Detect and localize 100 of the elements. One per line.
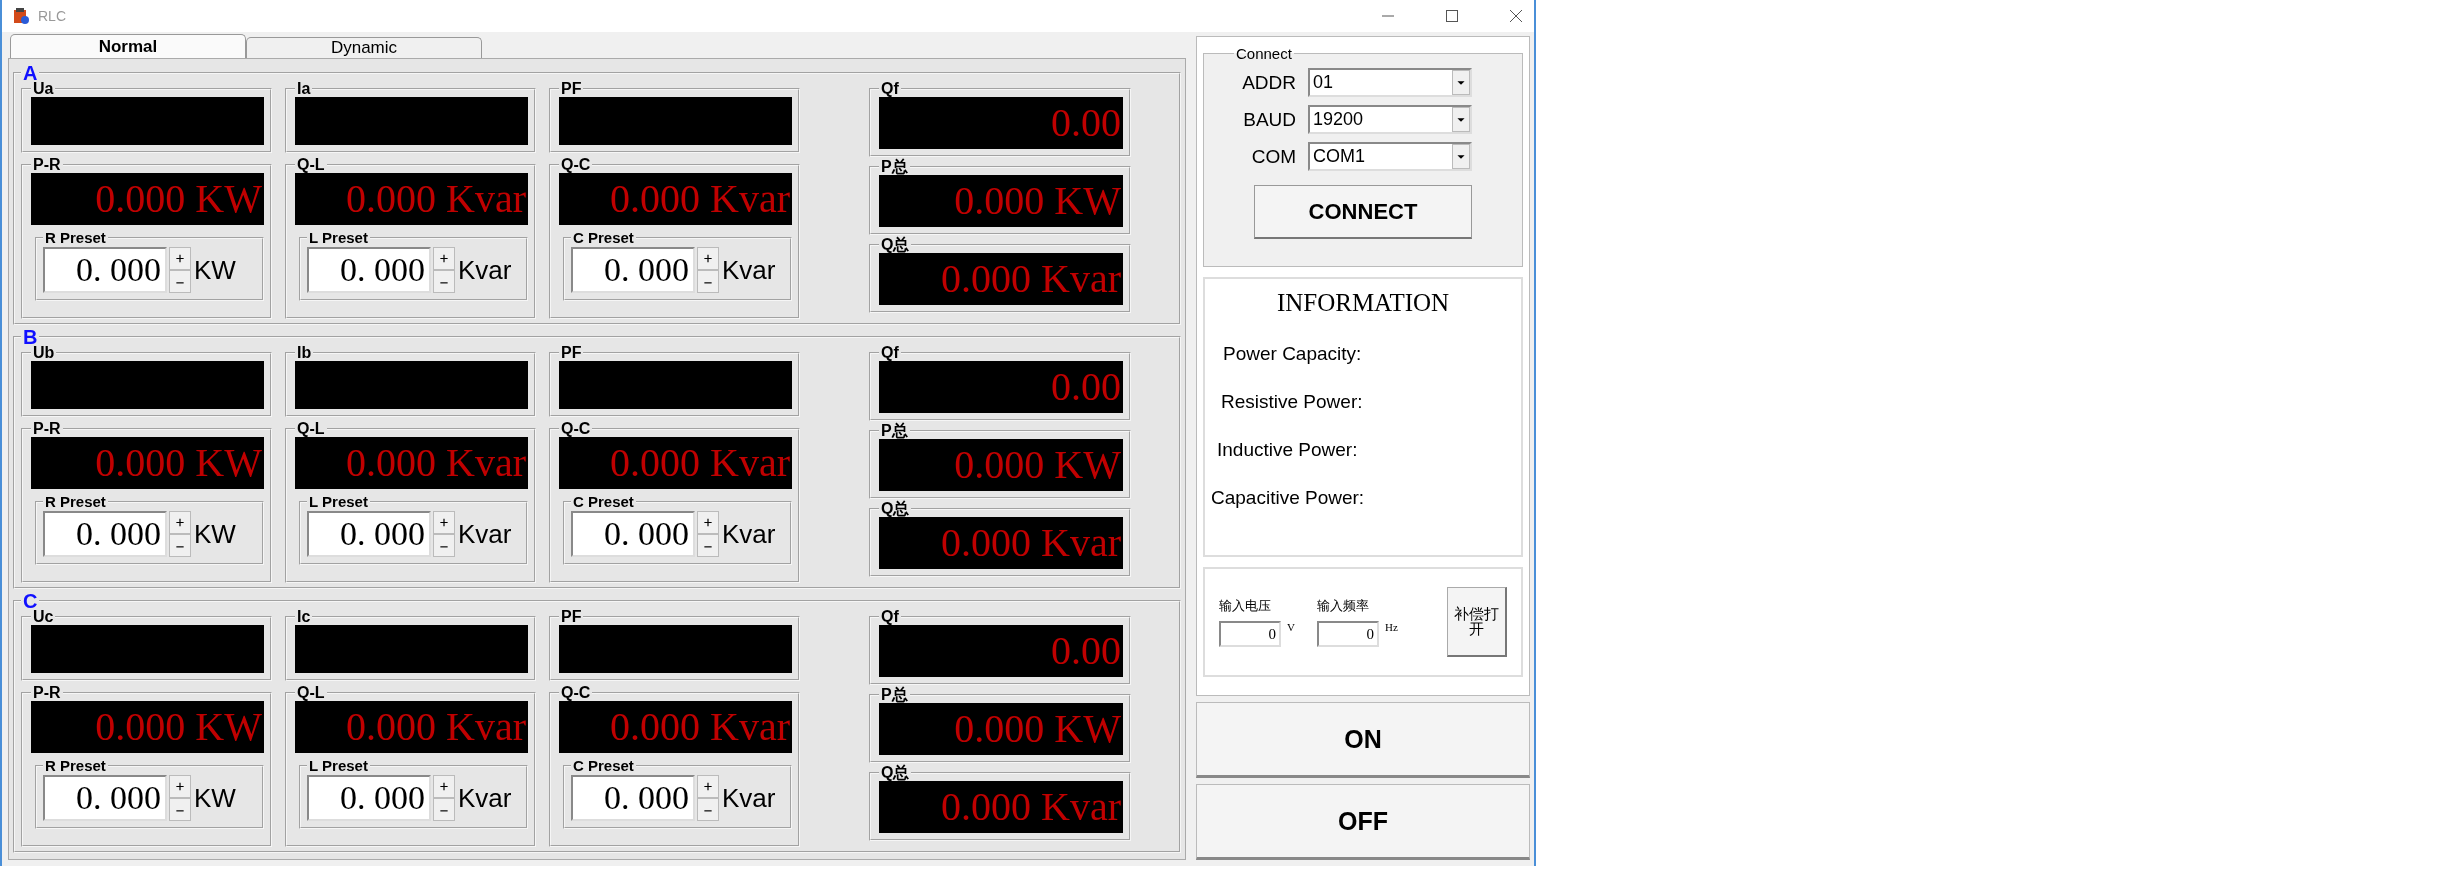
unit-label: KW — [194, 254, 236, 286]
preset-field[interactable]: 0. 000 — [43, 511, 167, 557]
close-icon[interactable] — [1508, 8, 1524, 24]
preset-label: R Preset — [44, 231, 107, 245]
meter-label: P总 — [880, 159, 909, 175]
meter-reading: 0.000 KW — [95, 704, 262, 749]
meter-reading: 0.000 KW — [954, 706, 1121, 751]
minus-icon[interactable] — [433, 270, 455, 293]
input-label: 输入频率 — [1316, 597, 1370, 615]
compensation-button[interactable]: 补偿打开 — [1447, 587, 1507, 657]
meter-label: Q-C — [560, 421, 592, 437]
field-label: COM — [1250, 145, 1296, 168]
meter-reading: 0.000 KW — [95, 176, 262, 221]
minus-icon[interactable] — [169, 270, 191, 293]
meter-label: Q-L — [296, 157, 326, 173]
minus-icon[interactable] — [169, 534, 191, 557]
preset-label: R Preset — [44, 495, 107, 509]
plus-icon[interactable] — [169, 775, 191, 798]
unit-label: KW — [194, 518, 236, 550]
preset-label: R Preset — [44, 759, 107, 773]
tab[interactable]: Dynamic — [246, 37, 482, 58]
meter-reading: 0.00 — [1051, 628, 1121, 673]
connect-button[interactable]: CONNECT — [1254, 185, 1472, 239]
meter-reading: 0.00 — [1051, 364, 1121, 409]
caret-icon — [1452, 144, 1470, 169]
meter-label: Uc — [32, 609, 55, 625]
info-line: Inductive Power: — [1217, 439, 1358, 461]
information-title: INFORMATION — [1276, 289, 1450, 317]
preset-field[interactable]: 0. 000 — [43, 775, 167, 821]
meter-reading: 0.00 — [1051, 100, 1121, 145]
meter-label: Q-L — [296, 421, 326, 437]
meter-reading: 0.000 Kvar — [610, 704, 790, 749]
meter-label: PF — [560, 609, 583, 625]
preset-label: C Preset — [572, 495, 635, 509]
minus-icon[interactable] — [697, 534, 719, 557]
unit-label: Hz — [1384, 621, 1398, 633]
preset-field[interactable]: 0. 000 — [571, 775, 695, 821]
meter-label: PF — [560, 345, 583, 361]
meter-reading: 0.000 Kvar — [346, 176, 526, 221]
plus-icon[interactable] — [697, 775, 719, 798]
preset-field[interactable]: 0. 000 — [43, 247, 167, 293]
meter-reading: 0.000 Kvar — [610, 440, 790, 485]
phase-label: B — [22, 329, 38, 345]
preset-label: C Preset — [572, 231, 635, 245]
unit-label: Kvar — [458, 254, 512, 286]
meter-label: Q总 — [880, 237, 911, 253]
input-field[interactable]: 0 — [1219, 621, 1281, 647]
plus-icon[interactable] — [697, 511, 719, 534]
unit-label: Kvar — [722, 782, 776, 814]
app-icon — [12, 7, 30, 25]
plus-icon[interactable] — [169, 511, 191, 534]
meter-label: P总 — [880, 687, 909, 703]
unit-label: Kvar — [722, 518, 776, 550]
meter-reading: 0.000 Kvar — [610, 176, 790, 221]
minus-icon[interactable] — [433, 798, 455, 821]
meter-reading: 0.000 KW — [95, 440, 262, 485]
preset-field[interactable]: 0. 000 — [571, 511, 695, 557]
plus-icon[interactable] — [697, 247, 719, 270]
minus-icon[interactable] — [433, 534, 455, 557]
power-button[interactable]: ON — [1196, 702, 1530, 778]
info-line: Power Capacity: — [1223, 343, 1362, 365]
plus-icon[interactable] — [433, 775, 455, 798]
preset-label: C Preset — [572, 759, 635, 773]
preset-label: L Preset — [308, 759, 369, 773]
meter-reading: 0.000 KW — [954, 178, 1121, 223]
window-title: RLC — [38, 8, 67, 24]
meter-label: P-R — [32, 421, 62, 437]
preset-label: L Preset — [308, 231, 369, 245]
input-label: 输入电压 — [1219, 597, 1272, 615]
caret-icon — [1452, 107, 1470, 132]
plus-icon[interactable] — [433, 247, 455, 270]
meter-label: Qf — [880, 81, 900, 97]
minus-icon[interactable] — [169, 798, 191, 821]
preset-field[interactable]: 0. 000 — [307, 247, 431, 293]
dropdown[interactable]: COM1 — [1308, 142, 1472, 171]
meter-label: Q总 — [880, 765, 911, 781]
preset-field[interactable]: 0. 000 — [307, 775, 431, 821]
unit-label: Kvar — [722, 254, 776, 286]
meter-reading: 0.000 Kvar — [941, 784, 1121, 829]
power-button[interactable]: OFF — [1196, 784, 1530, 860]
info-line: Capacitive Power: — [1211, 487, 1365, 509]
preset-field[interactable]: 0. 000 — [571, 247, 695, 293]
plus-icon[interactable] — [433, 511, 455, 534]
dropdown[interactable]: 19200 — [1308, 105, 1472, 134]
preset-field[interactable]: 0. 000 — [307, 511, 431, 557]
meter-label: Ia — [296, 81, 312, 97]
phase-label: A — [22, 65, 38, 81]
maximize-icon[interactable] — [1444, 8, 1460, 24]
meter-label: Q-C — [560, 157, 592, 173]
minus-icon[interactable] — [697, 798, 719, 821]
meter-label: Ib — [296, 345, 313, 361]
plus-icon[interactable] — [169, 247, 191, 270]
minus-icon[interactable] — [697, 270, 719, 293]
meter-reading: 0.000 KW — [954, 442, 1121, 487]
input-field[interactable]: 0 — [1316, 621, 1379, 647]
meter-label: P-R — [32, 685, 62, 701]
dropdown[interactable]: 01 — [1308, 68, 1472, 97]
meter-label: Qf — [880, 345, 900, 361]
tab[interactable]: Normal — [10, 34, 246, 58]
unit-label: KW — [194, 782, 236, 814]
